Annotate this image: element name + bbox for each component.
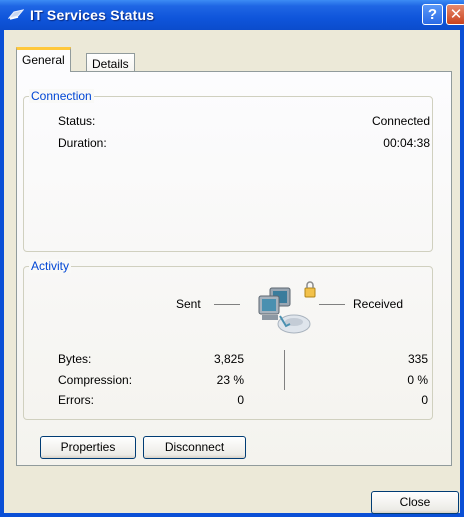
connection-group-title: Connection	[29, 89, 94, 103]
activity-separator-line	[284, 350, 285, 390]
title-bar[interactable]: IT Services Status ? ✕	[0, 0, 464, 30]
activity-row-label: Errors:	[58, 393, 94, 407]
sent-connector-line	[214, 304, 240, 305]
errors-received-value: 0	[421, 393, 428, 407]
duration-label: Duration:	[58, 136, 107, 150]
errors-sent-value: 0	[237, 393, 244, 407]
bytes-sent-value: 3,825	[213, 352, 244, 366]
status-value: Connected	[371, 114, 430, 128]
help-button[interactable]: ?	[422, 4, 443, 25]
sent-label: Sent	[176, 297, 201, 311]
received-label: Received	[353, 297, 404, 311]
window-title: IT Services Status	[30, 7, 155, 23]
disconnect-button[interactable]: Disconnect	[143, 436, 246, 459]
properties-button[interactable]: Properties	[40, 436, 136, 459]
compression-received-value: 0 %	[407, 373, 428, 387]
network-connection-icon	[8, 9, 24, 20]
received-connector-line	[319, 304, 345, 305]
activity-row-label: Compression:	[58, 373, 133, 387]
duration-value: 00:04:38	[383, 136, 430, 150]
network-computers-icon	[258, 281, 316, 334]
activity-group-title: Activity	[29, 259, 72, 273]
activity-row-label: Bytes:	[58, 352, 92, 366]
compression-sent-value: 23 %	[216, 373, 244, 387]
tab-general[interactable]: General	[16, 47, 71, 72]
tab-details[interactable]: Details	[86, 53, 135, 73]
close-button[interactable]: Close	[371, 491, 459, 514]
bytes-received-value: 335	[407, 352, 428, 366]
close-window-button[interactable]: ✕	[446, 4, 464, 25]
status-label: Status:	[58, 114, 96, 128]
